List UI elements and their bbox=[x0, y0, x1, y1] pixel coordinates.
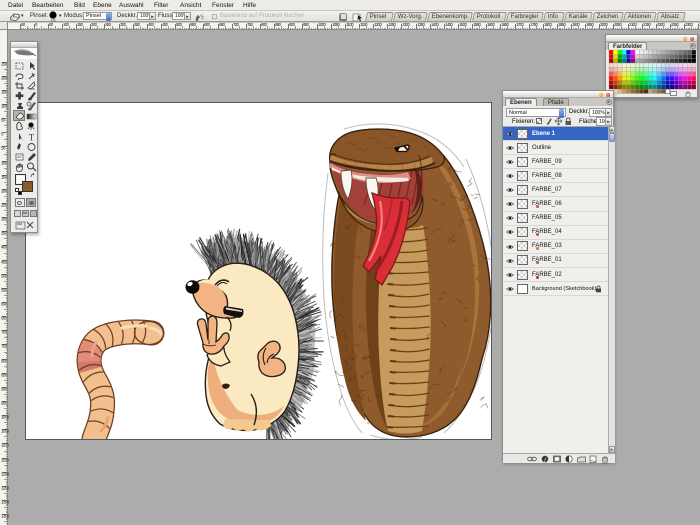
svg-text:T: T bbox=[29, 133, 35, 143]
